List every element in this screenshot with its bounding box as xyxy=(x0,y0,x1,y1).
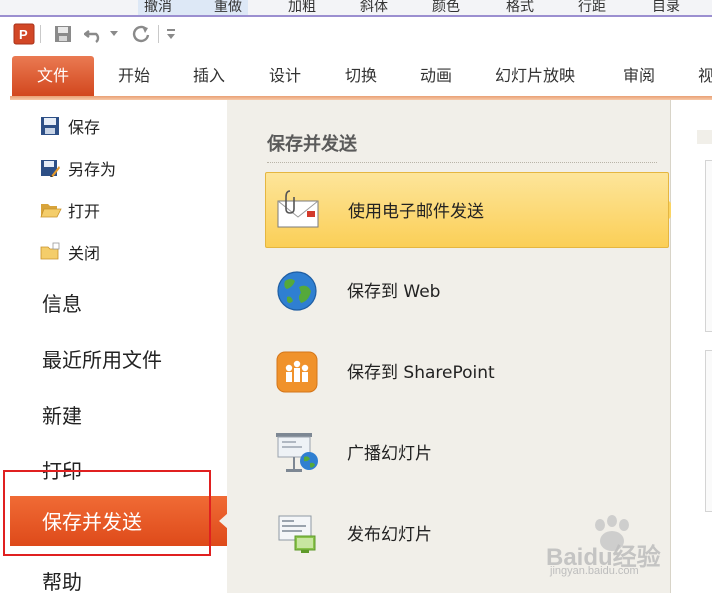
bg-tab-spacing: 行距 xyxy=(578,0,606,15)
nav-item-recent[interactable]: 最近所用文件 xyxy=(42,344,162,373)
qat-undo-dropdown-icon[interactable] xyxy=(108,22,120,46)
nav-item-new[interactable]: 新建 xyxy=(42,400,82,429)
nav-item-save[interactable]: 保存 xyxy=(40,113,100,139)
email-attachment-icon xyxy=(274,187,322,235)
bg-tab-redo: 重做 xyxy=(214,0,242,15)
option-label: 保存到 SharePoint xyxy=(347,363,495,383)
publish-slides-icon xyxy=(273,510,321,558)
tab-home[interactable]: 开始 xyxy=(118,56,150,96)
option-broadcast-slideshow[interactable]: 广播幻灯片 xyxy=(265,415,669,491)
tab-transitions[interactable]: 切换 xyxy=(345,56,377,96)
bg-tab-undo: 撤消 xyxy=(144,0,172,15)
floppy-disk-icon xyxy=(40,116,62,136)
tab-slideshow[interactable]: 幻灯片放映 xyxy=(495,56,575,96)
tab-animations[interactable]: 动画 xyxy=(420,56,452,96)
open-folder-icon xyxy=(40,200,62,220)
watermark-url: jingyan.baidu.com xyxy=(550,565,639,577)
window-border xyxy=(0,15,712,17)
details-fragment xyxy=(697,130,712,144)
option-label: 发布幻灯片 xyxy=(347,525,432,545)
nav-item-help[interactable]: 帮助 xyxy=(42,566,82,595)
qat-redo-icon[interactable] xyxy=(130,22,152,46)
tab-design[interactable]: 设计 xyxy=(269,56,301,96)
option-label: 广播幻灯片 xyxy=(347,444,432,464)
sharepoint-icon xyxy=(273,348,321,396)
details-fragment xyxy=(705,350,712,512)
globe-icon xyxy=(273,267,321,315)
ribbon-tab-bar: 文件 开始 插入 设计 切换 动画 幻灯片放映 审阅 视 xyxy=(10,56,712,100)
nav-item-open[interactable]: 打开 xyxy=(40,197,100,223)
panel-divider xyxy=(267,162,657,163)
bg-tab-bold: 加粗 xyxy=(288,0,316,15)
save-as-icon xyxy=(40,158,62,178)
nav-item-info[interactable]: 信息 xyxy=(42,288,82,317)
qat-separator xyxy=(158,25,159,43)
tab-review[interactable]: 审阅 xyxy=(623,56,655,96)
bg-tab-toc: 目录 xyxy=(652,0,680,15)
details-fragment xyxy=(705,160,712,332)
svg-text:P: P xyxy=(19,27,28,42)
close-folder-icon xyxy=(40,242,62,262)
background-toolbar-strip: 撤消 重做 加粗 斜体 颜色 格式 行距 目录 xyxy=(0,0,712,17)
tab-insert[interactable]: 插入 xyxy=(193,56,225,96)
nav-item-close[interactable]: 关闭 xyxy=(40,239,100,265)
qat-separator xyxy=(40,25,41,43)
qat-save-icon[interactable] xyxy=(52,22,74,46)
option-save-to-sharepoint[interactable]: 保存到 SharePoint xyxy=(265,334,669,410)
panel-title: 保存并发送 xyxy=(267,134,357,155)
tab-file[interactable]: 文件 xyxy=(12,56,94,96)
option-save-to-web[interactable]: 保存到 Web xyxy=(265,253,669,329)
option-label: 保存到 Web xyxy=(347,282,441,302)
nav-item-label: 保存 xyxy=(68,118,101,137)
tab-view-partial[interactable]: 视 xyxy=(698,56,712,96)
qat-customize-icon[interactable] xyxy=(162,22,180,46)
qat-undo-icon[interactable] xyxy=(82,22,106,46)
nav-item-save-as[interactable]: 另存为 xyxy=(40,155,116,181)
baidu-watermark: Baidu经验 jingyan.baidu.com xyxy=(540,515,710,585)
bg-tab-italic: 斜体 xyxy=(360,0,388,15)
bg-tab-color: 颜色 xyxy=(432,0,460,15)
option-send-email[interactable]: 使用电子邮件发送 xyxy=(265,172,678,248)
option-label: 使用电子邮件发送 xyxy=(348,202,484,222)
powerpoint-logo-icon[interactable]: P xyxy=(12,22,36,46)
nav-item-label: 另存为 xyxy=(68,160,117,179)
broadcast-slideshow-icon xyxy=(273,429,321,477)
highlight-annotation-box xyxy=(3,470,211,556)
nav-item-label: 打开 xyxy=(68,202,101,221)
bg-tab-format: 格式 xyxy=(506,0,534,15)
nav-item-label: 关闭 xyxy=(68,244,101,263)
quick-access-toolbar: P xyxy=(10,22,712,50)
